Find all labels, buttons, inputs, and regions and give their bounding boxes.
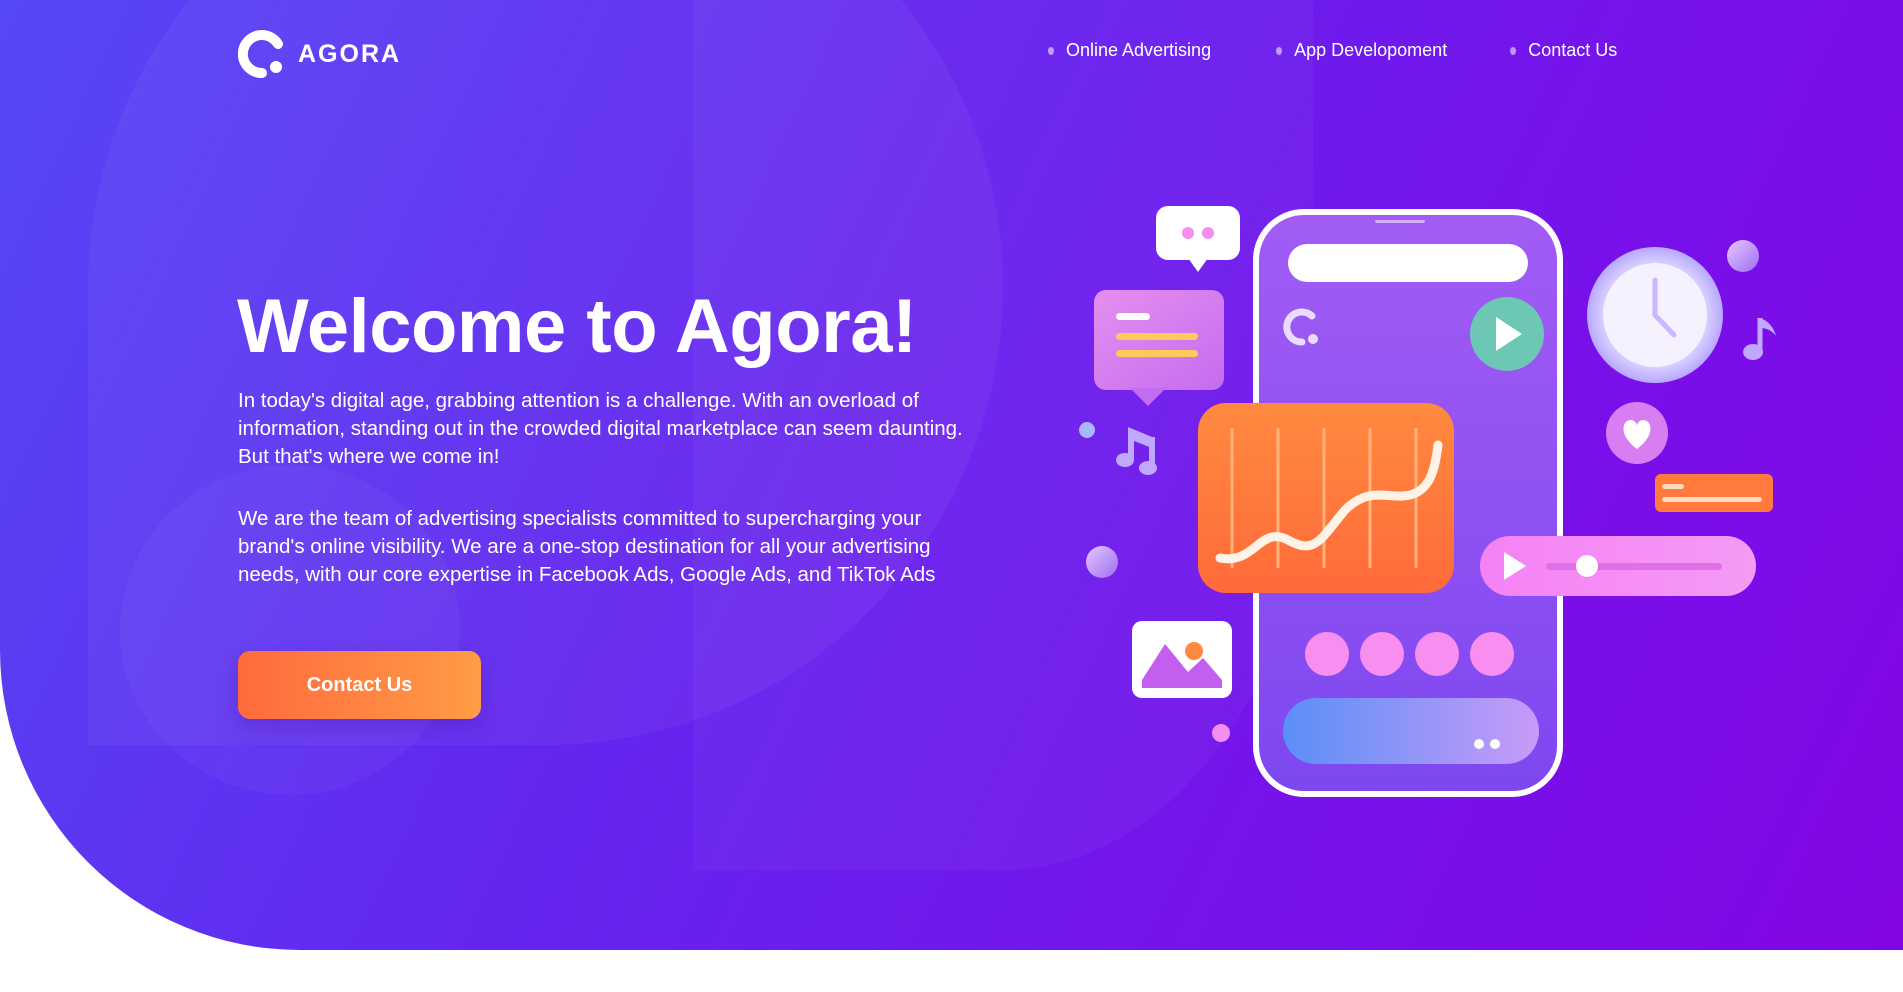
nav-item-label: App Developoment (1294, 40, 1448, 60)
video-slider-icon (1480, 536, 1756, 596)
message-card-icon (1094, 290, 1224, 406)
nav-item-online-advertising[interactable]: Online Advertising (1048, 40, 1211, 61)
nav-bullet-icon (1048, 46, 1054, 55)
nav-item-label: Online Advertising (1066, 40, 1212, 60)
brand-name: AGORA (298, 39, 402, 68)
about-paragraph: We are the team of advertising specialis… (238, 507, 936, 586)
image-icon (1132, 621, 1232, 698)
hero-section: AGORA Online Advertising App Developomen… (0, 0, 1903, 950)
page-title: Welcome to Agora! (237, 284, 917, 369)
heart-icon (1606, 402, 1668, 464)
brand-logo[interactable]: AGORA (237, 30, 402, 79)
chat-bubble-icon (1156, 206, 1240, 272)
music-note-icon (1116, 427, 1157, 475)
nav-bullet-icon (1510, 46, 1517, 55)
intro-paragraph: In today's digital age, grabbing attenti… (238, 389, 963, 468)
clock-icon (1587, 247, 1723, 383)
nav-bullet-icon (1276, 46, 1283, 55)
nav-item-contact-us[interactable]: Contact Us (1510, 40, 1617, 61)
agora-logo-icon (237, 30, 286, 79)
nav-item-app-development[interactable]: App Developoment (1276, 40, 1447, 61)
contact-us-button[interactable]: Contact Us (238, 651, 481, 719)
main-nav: Online Advertising App Developoment Cont… (1048, 40, 1617, 61)
hero-illustration (1079, 206, 1776, 797)
chart-card-icon (1198, 403, 1454, 593)
nav-item-label: Contact Us (1528, 40, 1618, 60)
music-note-icon (1743, 318, 1776, 360)
progress-card-icon (1655, 474, 1773, 512)
